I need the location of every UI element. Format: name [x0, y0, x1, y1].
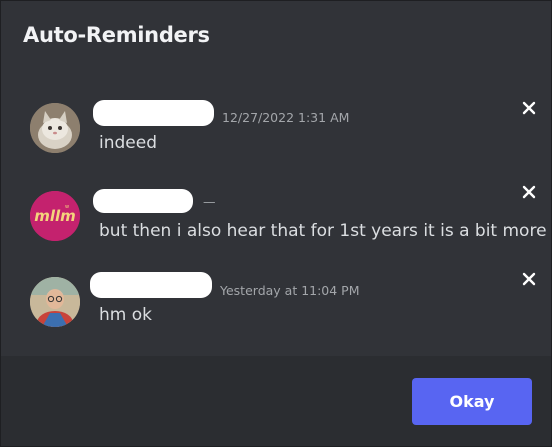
reminder-item: Yesterday at 11:04 PM hm ok	[1, 265, 551, 345]
redacted-username	[90, 272, 212, 298]
mllm-avatar-icon[interactable]: mllm w	[30, 191, 80, 241]
close-icon[interactable]	[519, 182, 539, 202]
close-icon[interactable]	[519, 98, 539, 118]
svg-text:w: w	[65, 204, 69, 210]
okay-button[interactable]: Okay	[412, 378, 532, 425]
reminder-message: indeed	[99, 133, 157, 153]
reminder-item: 12/27/2022 1:31 AM indeed	[1, 89, 551, 169]
auto-reminders-dialog: Auto-Reminders 12/27/2022 1:31 AM indeed	[0, 0, 552, 447]
person-avatar-icon[interactable]	[30, 277, 80, 327]
reminder-timestamp: —	[203, 194, 216, 209]
reminder-timestamp: 12/27/2022 1:31 AM	[222, 110, 350, 125]
reminder-timestamp: Yesterday at 11:04 PM	[220, 283, 360, 298]
redacted-username	[93, 100, 214, 126]
reminder-message: but then i also hear that for 1st years …	[99, 221, 551, 241]
cat-avatar-icon[interactable]	[30, 103, 80, 153]
dialog-footer: Okay	[1, 356, 551, 446]
reminder-item: mllm w — but then i also hear that for 1…	[1, 177, 551, 257]
close-icon[interactable]	[519, 269, 539, 289]
avatar-text: mllm	[34, 207, 76, 225]
dialog-title: Auto-Reminders	[23, 23, 210, 47]
redacted-username	[93, 189, 193, 213]
reminder-message: hm ok	[99, 305, 152, 325]
reminder-list: 12/27/2022 1:31 AM indeed mllm w — but t…	[1, 81, 551, 354]
